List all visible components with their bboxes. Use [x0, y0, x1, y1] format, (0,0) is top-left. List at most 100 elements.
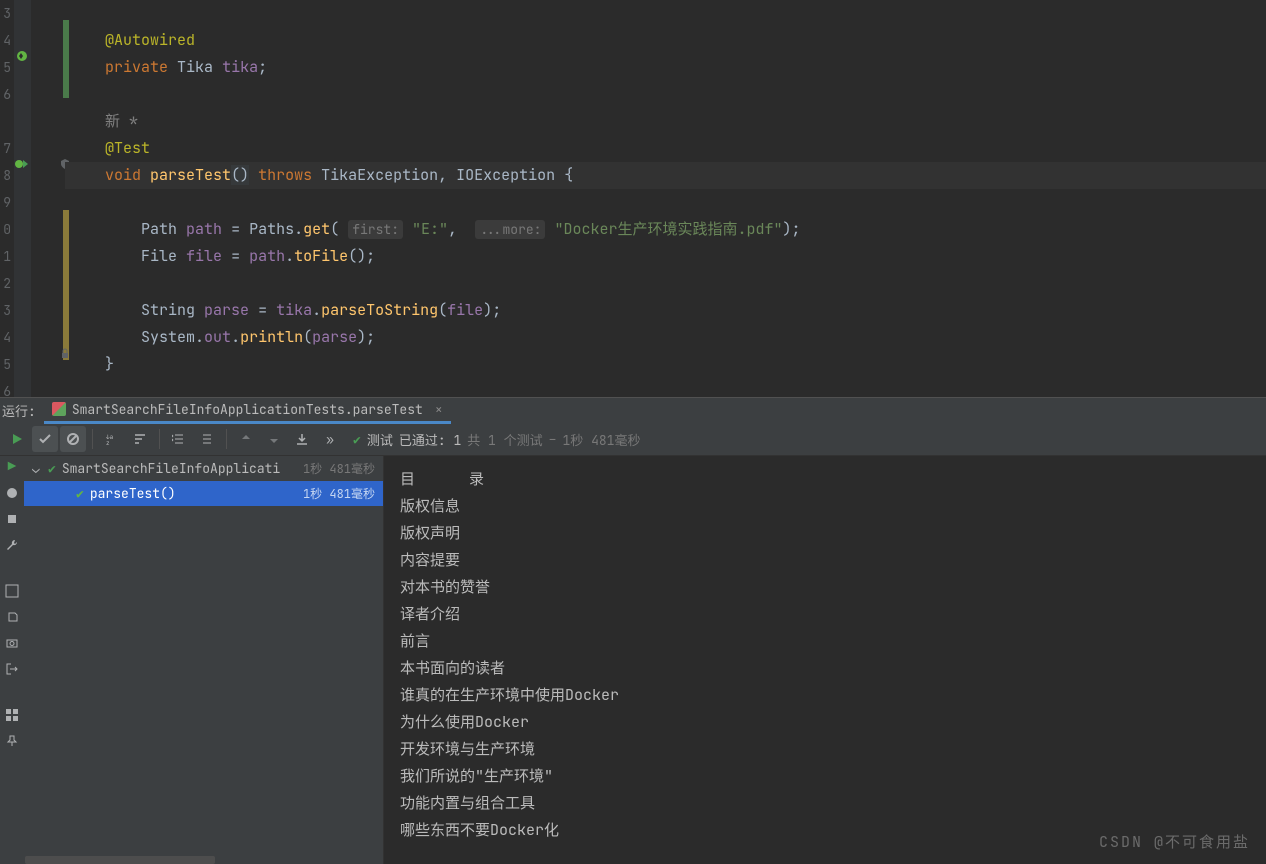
method-call: get: [303, 219, 330, 239]
status-text: 测试: [367, 430, 393, 449]
status-dash: –: [549, 431, 557, 448]
line-number: [0, 108, 11, 135]
rerun-button[interactable]: [4, 426, 30, 452]
status-passed: 已通过: 1: [399, 430, 461, 449]
prev-failed-button[interactable]: [233, 426, 259, 452]
test-toolbar: ↓az » ✔ 测试 已通过: 1共 1 个测试 – 1秒 481毫秒: [0, 423, 1266, 456]
console-line: 功能内置与组合工具: [400, 790, 1250, 817]
field-ref: tika: [276, 300, 312, 320]
line-number: 8: [0, 162, 11, 189]
param-hint: first:: [348, 220, 403, 239]
argument: file: [447, 300, 483, 320]
exit-icon[interactable]: [3, 660, 21, 678]
run-config-tab[interactable]: SmartSearchFileInfoApplicationTests.pars…: [44, 398, 451, 424]
close-tab-icon[interactable]: ×: [429, 401, 443, 418]
field: out: [204, 327, 231, 347]
field: tika: [222, 57, 258, 77]
change-gutter: [31, 0, 65, 397]
line-number: 0: [0, 216, 11, 243]
tool-strip: ▶: [0, 456, 24, 864]
collapse-all-button[interactable]: [194, 426, 220, 452]
chevron-down-icon[interactable]: ⌄: [32, 460, 42, 477]
dot: .: [285, 246, 294, 266]
test-tree: ⌄ ✔ SmartSearchFileInfoApplicati 1秒 481毫…: [24, 456, 384, 864]
line-number: 9: [0, 189, 11, 216]
status-total: 共 1 个测试: [467, 430, 542, 449]
stop-icon[interactable]: [3, 510, 21, 528]
console-line: 译者介绍: [400, 601, 1250, 628]
line-number: 3: [0, 297, 11, 324]
line-number: 6: [0, 81, 11, 108]
test-duration: 1秒 481毫秒: [303, 460, 375, 477]
test-tree-item[interactable]: ✔ parseTest() 1秒 481毫秒: [24, 481, 383, 506]
keyword: throws: [258, 165, 312, 185]
export-button[interactable]: [289, 426, 315, 452]
grid-icon[interactable]: [3, 706, 21, 724]
type: Path: [141, 219, 177, 239]
wrench-icon[interactable]: [3, 536, 21, 554]
run-icon[interactable]: ▶: [3, 458, 21, 476]
line-number: 4: [0, 27, 11, 54]
sort-alpha-button[interactable]: ↓az: [99, 426, 125, 452]
console-output[interactable]: 目 录 版权信息 版权声明 内容提要 对本书的赞誉 译者介绍 前言 本书面向的读…: [384, 456, 1266, 864]
console-line: 目 录: [400, 466, 1250, 493]
comma: ,: [448, 219, 457, 239]
punctuation: ,: [438, 165, 447, 185]
console-line: 为什么使用Docker: [400, 709, 1250, 736]
debug-icon[interactable]: [3, 484, 21, 502]
argument: parse: [312, 327, 357, 347]
annotation: @Autowired: [105, 30, 195, 50]
paren: (: [303, 327, 312, 347]
console-line: 谁真的在生产环境中使用Docker: [400, 682, 1250, 709]
method-call: println: [240, 327, 303, 347]
brace: {: [564, 165, 573, 185]
tab-title: SmartSearchFileInfoApplicationTests.pars…: [72, 401, 423, 418]
punctuation: ;: [258, 57, 267, 77]
dot: .: [195, 327, 204, 347]
sort-duration-button[interactable]: [127, 426, 153, 452]
line-number: 7: [0, 135, 11, 162]
run-test-icon[interactable]: [14, 156, 30, 172]
line-number-gutter: 3 4 5 6 7 8 9 0 1 2 3 4 5 6: [0, 0, 14, 397]
expand-all-button[interactable]: [166, 426, 192, 452]
dump-icon[interactable]: [3, 608, 21, 626]
variable: file: [186, 246, 222, 266]
show-ignored-button[interactable]: [60, 426, 86, 452]
more-button[interactable]: »: [317, 426, 343, 452]
line-number: 5: [0, 351, 11, 378]
method-call: parseToString: [321, 300, 438, 320]
test-duration: 1秒 481毫秒: [303, 485, 375, 502]
line-number: 2: [0, 270, 11, 297]
bean-icon[interactable]: [14, 48, 30, 64]
status-time: 1秒 481毫秒: [562, 430, 640, 449]
console-line: 版权信息: [400, 493, 1250, 520]
paren: (: [330, 219, 339, 239]
test-config-icon: [52, 402, 66, 416]
layout-icon[interactable]: [3, 582, 21, 600]
paren: (): [348, 246, 366, 266]
type: Tika: [177, 57, 213, 77]
paren: ): [483, 300, 492, 320]
horizontal-scrollbar[interactable]: [25, 856, 215, 864]
code-content[interactable]: @Autowired private Tika tika; 新 * @Test …: [65, 0, 1266, 397]
show-passed-button[interactable]: [32, 426, 58, 452]
test-method-name: parseTest(): [90, 485, 176, 502]
console-line: 内容提要: [400, 547, 1250, 574]
variable-ref: path: [249, 246, 285, 266]
console-line: 版权声明: [400, 520, 1250, 547]
line-number: 3: [0, 0, 11, 27]
semicolon: ;: [366, 246, 375, 266]
line-number: 4: [0, 324, 11, 351]
method-name: parseTest: [150, 165, 231, 185]
camera-icon[interactable]: [3, 634, 21, 652]
pin-icon[interactable]: [3, 732, 21, 750]
test-tree-root[interactable]: ⌄ ✔ SmartSearchFileInfoApplicati 1秒 481毫…: [24, 456, 383, 481]
semicolon: ;: [792, 219, 801, 239]
param-hint: ...more:: [475, 220, 545, 239]
class: System: [141, 327, 195, 347]
test-class-name: SmartSearchFileInfoApplicati: [62, 460, 280, 477]
console-line: 前言: [400, 628, 1250, 655]
class: Paths: [249, 219, 294, 239]
next-failed-button[interactable]: [261, 426, 287, 452]
pass-icon: ✔: [48, 460, 56, 477]
